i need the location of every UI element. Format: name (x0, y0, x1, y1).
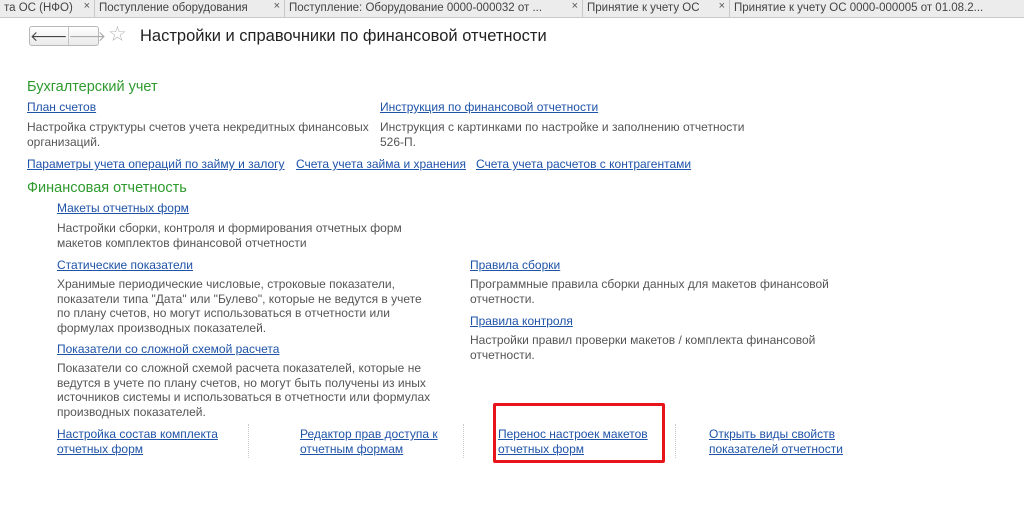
chart-of-accounts-description: Настройка структуры счетов учета некреди… (27, 120, 369, 149)
link-line: Настройка состав комплекта (57, 427, 218, 441)
description-line: формулах производных показателей. (57, 320, 267, 335)
description-line: отчетности. (470, 347, 535, 362)
counterparty-accounts-link[interactable]: Счета учета расчетов с контрагентами (476, 157, 691, 172)
static-indicators-description: Хранимые периодические числовые, строков… (57, 277, 422, 335)
description-line: Настройки сборки, контроля и формировани… (57, 221, 402, 235)
control-rules-description: Настройки правил проверки макетов / комп… (470, 333, 815, 362)
tab-os-acceptance-doc[interactable]: Принятие к учету ОС 0000-000005 от 01.08… (730, 0, 1024, 18)
tab-label: Поступление: Оборудование 0000-000032 от… (289, 2, 543, 14)
section-heading-reporting: Финансовая отчетность (27, 180, 187, 196)
complex-indicators-link[interactable]: Показатели со сложной схемой расчета (57, 342, 279, 357)
navigation-buttons: 🡐 🡒 (29, 26, 106, 46)
close-icon[interactable]: × (719, 0, 725, 14)
link-line: отчетным формам (300, 442, 404, 456)
description-line: Настройки правил проверки макетов / комп… (470, 333, 816, 347)
description-line: производных показателей. (57, 404, 206, 419)
link-line: Редактор прав доступа к (300, 427, 438, 441)
arrow-right-icon: 🡒 (68, 27, 107, 44)
tab-bar: та ОС (НФО) × Поступление оборудования ×… (0, 0, 1024, 18)
description-line: организаций. (27, 134, 101, 149)
description-line: Программные правила сборки данных для ма… (470, 277, 829, 291)
assembly-rules-link[interactable]: Правила сборки (470, 258, 560, 273)
description-line: Настройка структуры счетов учета некреди… (27, 120, 369, 134)
description-line: макетов комплектов финансовой отчетности (57, 235, 307, 250)
tab-label: Поступление оборудования (99, 2, 248, 14)
static-indicators-link[interactable]: Статические показатели (57, 258, 193, 273)
arrow-left-icon: 🡐 (30, 27, 68, 44)
complex-indicators-description: Показатели со сложной схемой расчета пок… (57, 361, 430, 419)
description-line: 526-П. (380, 134, 416, 149)
open-property-types-link[interactable]: Открыть виды свойств показателей отчетно… (709, 427, 843, 457)
link-line: Открыть виды свойств (709, 427, 835, 441)
kit-composition-settings-link[interactable]: Настройка состав комплекта отчетных форм (57, 427, 218, 457)
tab-label: Принятие к учету ОС (587, 2, 700, 14)
back-button[interactable]: 🡐 (30, 27, 68, 45)
report-templates-description: Настройки сборки, контроля и формировани… (57, 221, 402, 250)
chart-of-accounts-link[interactable]: План счетов (27, 100, 96, 115)
link-line: показателей отчетности (709, 442, 843, 456)
close-icon[interactable]: × (84, 0, 90, 14)
control-rules-link[interactable]: Правила контроля (470, 314, 573, 329)
divider (248, 424, 249, 458)
highlight-box (493, 403, 665, 463)
description-line: ведутся в учете по плану счетов, но могу… (57, 375, 426, 390)
description-line: показатели типа "Дата" или "Булево", кот… (57, 291, 422, 306)
divider (463, 424, 464, 458)
description-line: источников системы и использоваться в от… (57, 390, 431, 404)
tab-equipment-receipt-doc[interactable]: Поступление: Оборудование 0000-000032 от… (285, 0, 583, 18)
description-line: Инструкция с картинками по настройке и з… (380, 120, 745, 134)
divider (675, 424, 676, 458)
close-icon[interactable]: × (274, 0, 280, 14)
assembly-rules-description: Программные правила сборки данных для ма… (470, 277, 829, 306)
tab-label: Принятие к учету ОС 0000-000005 от 01.08… (734, 2, 984, 14)
report-templates-link[interactable]: Макеты отчетных форм (57, 201, 189, 216)
description-line: по плану счетов, но могут использоваться… (57, 306, 390, 320)
loan-accounts-link[interactable]: Счета учета займа и хранения (296, 157, 466, 172)
description-line: Хранимые периодические числовые, строков… (57, 277, 395, 291)
tab-os-acceptance[interactable]: Принятие к учету ОС × (583, 0, 730, 18)
loan-params-link[interactable]: Параметры учета операций по займу и зало… (27, 157, 285, 172)
section-heading-accounting: Бухгалтерский учет (27, 79, 158, 95)
description-line: отчетности. (470, 291, 535, 306)
tab-os-nfo[interactable]: та ОС (НФО) × (0, 0, 95, 18)
link-line: отчетных форм (57, 442, 143, 456)
instruction-link[interactable]: Инструкция по финансовой отчетности (380, 100, 598, 115)
tab-label: та ОС (НФО) (4, 2, 73, 14)
page-title: Настройки и справочники по финансовой от… (140, 27, 547, 45)
star-icon[interactable]: ☆ (108, 24, 127, 46)
forward-button[interactable]: 🡒 (67, 27, 107, 45)
access-rights-editor-link[interactable]: Редактор прав доступа к отчетным формам (300, 427, 438, 457)
close-icon[interactable]: × (572, 0, 578, 14)
description-line: Показатели со сложной схемой расчета пок… (57, 361, 421, 375)
instruction-description: Инструкция с картинками по настройке и з… (380, 120, 744, 149)
tab-equipment-receipt[interactable]: Поступление оборудования × (95, 0, 285, 18)
